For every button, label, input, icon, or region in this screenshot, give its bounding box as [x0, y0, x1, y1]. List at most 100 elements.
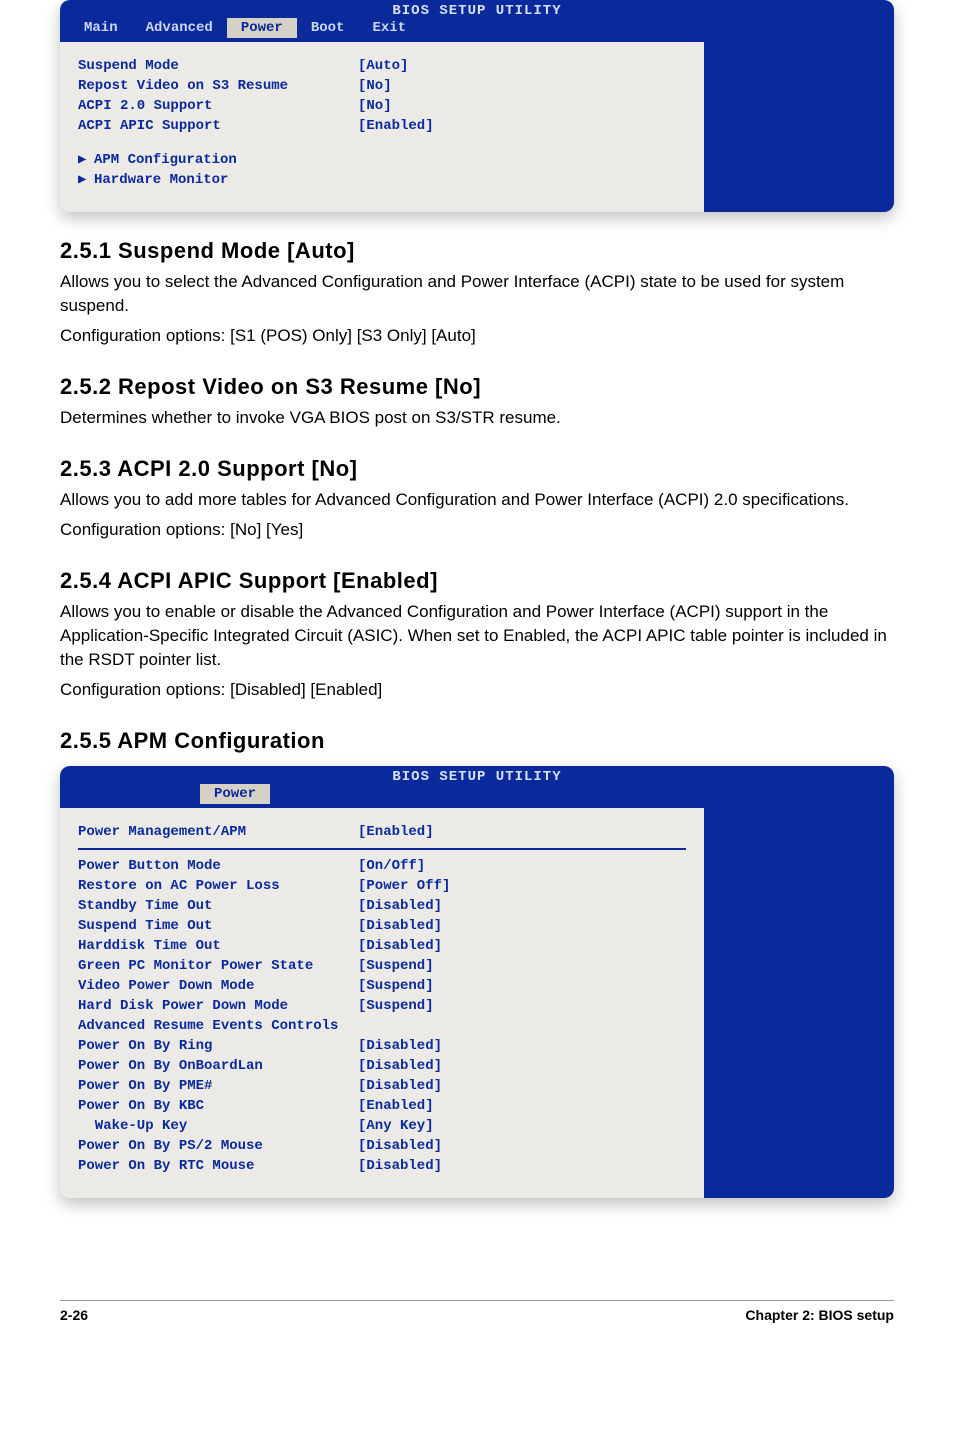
bios-screenshot-1: BIOS SETUP UTILITY Main Advanced Power B… — [60, 0, 894, 212]
setting-row: Suspend Mode[Auto] — [78, 56, 686, 76]
setting-value: [Disabled] — [358, 1076, 442, 1096]
setting-row: Repost Video on S3 Resume[No] — [78, 76, 686, 96]
setting-value: [Suspend] — [358, 956, 434, 976]
chapter-title: Chapter 2: BIOS setup — [745, 1307, 894, 1323]
setting-value: [Enabled] — [358, 822, 434, 842]
setting-row: Power Button Mode[On/Off] — [78, 856, 686, 876]
section-heading: 2.5.5 APM Configuration — [60, 728, 894, 754]
setting-value: [Any Key] — [358, 1116, 434, 1136]
bios-help-pane — [704, 808, 894, 1198]
tab-power: Power — [227, 18, 297, 38]
tab-power: Power — [200, 784, 270, 804]
bios-tabs: Power — [60, 784, 894, 806]
setting-row: Restore on AC Power Loss[Power Off] — [78, 876, 686, 896]
setting-row: Power On By RTC Mouse[Disabled] — [78, 1156, 686, 1176]
bios-tabs: Main Advanced Power Boot Exit — [60, 18, 894, 40]
setting-label: Power On By PS/2 Mouse — [78, 1136, 358, 1156]
body-text: Configuration options: [Disabled] [Enabl… — [60, 678, 894, 702]
setting-row: Advanced Resume Events Controls — [78, 1016, 686, 1036]
submenu-label: APM Configuration — [94, 152, 237, 168]
bios-body: Suspend Mode[Auto] Repost Video on S3 Re… — [60, 42, 894, 212]
setting-value: [Disabled] — [358, 1136, 442, 1156]
section-heading: 2.5.3 ACPI 2.0 Support [No] — [60, 456, 894, 482]
body-text: Configuration options: [No] [Yes] — [60, 518, 894, 542]
section-heading: 2.5.4 ACPI APIC Support [Enabled] — [60, 568, 894, 594]
setting-label: Advanced Resume Events Controls — [78, 1016, 358, 1036]
setting-value: [On/Off] — [358, 856, 425, 876]
body-text: Allows you to select the Advanced Config… — [60, 270, 894, 318]
setting-label: Power Management/APM — [78, 822, 358, 842]
setting-value: [Enabled] — [358, 1096, 434, 1116]
body-text: Allows you to enable or disable the Adva… — [60, 600, 894, 672]
setting-label: ACPI 2.0 Support — [78, 96, 358, 116]
setting-label: Harddisk Time Out — [78, 936, 358, 956]
setting-value: [Disabled] — [358, 916, 442, 936]
setting-row: Video Power Down Mode[Suspend] — [78, 976, 686, 996]
setting-row: Wake-Up Key[Any Key] — [78, 1116, 686, 1136]
arrow-icon: ▶ — [78, 170, 94, 190]
page-number: 2-26 — [60, 1307, 88, 1323]
setting-row: Harddisk Time Out[Disabled] — [78, 936, 686, 956]
tab-main: Main — [70, 18, 132, 38]
setting-row: Power On By OnBoardLan[Disabled] — [78, 1056, 686, 1076]
setting-row: Power On By KBC[Enabled] — [78, 1096, 686, 1116]
bios-title: BIOS SETUP UTILITY — [60, 770, 894, 784]
body-text: Determines whether to invoke VGA BIOS po… — [60, 406, 894, 430]
setting-label: Power On By KBC — [78, 1096, 358, 1116]
setting-label: Repost Video on S3 Resume — [78, 76, 358, 96]
bios-help-pane — [704, 42, 894, 212]
setting-label: Power Button Mode — [78, 856, 358, 876]
bios-title: BIOS SETUP UTILITY — [60, 4, 894, 18]
body-text: Configuration options: [S1 (POS) Only] [… — [60, 324, 894, 348]
setting-label: Power On By PME# — [78, 1076, 358, 1096]
setting-label: Wake-Up Key — [78, 1116, 358, 1136]
setting-value: [Suspend] — [358, 976, 434, 996]
setting-label: Video Power Down Mode — [78, 976, 358, 996]
setting-row: Standby Time Out[Disabled] — [78, 896, 686, 916]
setting-row: Suspend Time Out[Disabled] — [78, 916, 686, 936]
bios-body: Power Management/APM[Enabled] Power Butt… — [60, 808, 894, 1198]
setting-label: Suspend Mode — [78, 56, 358, 76]
setting-value: [Enabled] — [358, 116, 434, 136]
setting-row: Power On By Ring[Disabled] — [78, 1036, 686, 1056]
setting-value: [Disabled] — [358, 936, 442, 956]
setting-value: [Disabled] — [358, 1056, 442, 1076]
setting-label: Suspend Time Out — [78, 916, 358, 936]
tab-advanced: Advanced — [132, 18, 227, 38]
submenu-item: ▶APM Configuration — [78, 150, 686, 170]
setting-row: ACPI 2.0 Support[No] — [78, 96, 686, 116]
setting-row: Power Management/APM[Enabled] — [78, 822, 686, 842]
setting-value: [Power Off] — [358, 876, 450, 896]
setting-value: [No] — [358, 96, 392, 116]
tab-boot: Boot — [297, 18, 359, 38]
submenu-label: Hardware Monitor — [94, 172, 228, 188]
setting-row: ACPI APIC Support[Enabled] — [78, 116, 686, 136]
setting-value: [Auto] — [358, 56, 408, 76]
setting-label: ACPI APIC Support — [78, 116, 358, 136]
submenu-item: ▶Hardware Monitor — [78, 170, 686, 190]
setting-label: Power On By RTC Mouse — [78, 1156, 358, 1176]
divider — [78, 848, 686, 850]
setting-label: Green PC Monitor Power State — [78, 956, 358, 976]
setting-row: Green PC Monitor Power State[Suspend] — [78, 956, 686, 976]
setting-value: [Disabled] — [358, 1036, 442, 1056]
setting-label: Power On By Ring — [78, 1036, 358, 1056]
arrow-icon: ▶ — [78, 150, 94, 170]
setting-value: [Disabled] — [358, 1156, 442, 1176]
body-text: Allows you to add more tables for Advanc… — [60, 488, 894, 512]
setting-row: Power On By PME#[Disabled] — [78, 1076, 686, 1096]
setting-label: Restore on AC Power Loss — [78, 876, 358, 896]
setting-label: Power On By OnBoardLan — [78, 1056, 358, 1076]
bios-title-bar: BIOS SETUP UTILITY Power — [60, 766, 894, 808]
setting-value: [Suspend] — [358, 996, 434, 1016]
setting-row: Hard Disk Power Down Mode[Suspend] — [78, 996, 686, 1016]
setting-value: [Disabled] — [358, 896, 442, 916]
bios-title-bar: BIOS SETUP UTILITY Main Advanced Power B… — [60, 0, 894, 42]
setting-row: Power On By PS/2 Mouse[Disabled] — [78, 1136, 686, 1156]
setting-label: Hard Disk Power Down Mode — [78, 996, 358, 1016]
tab-exit: Exit — [358, 18, 420, 38]
section-heading: 2.5.2 Repost Video on S3 Resume [No] — [60, 374, 894, 400]
page-footer: 2-26 Chapter 2: BIOS setup — [60, 1300, 894, 1323]
setting-value: [No] — [358, 76, 392, 96]
section-heading: 2.5.1 Suspend Mode [Auto] — [60, 238, 894, 264]
